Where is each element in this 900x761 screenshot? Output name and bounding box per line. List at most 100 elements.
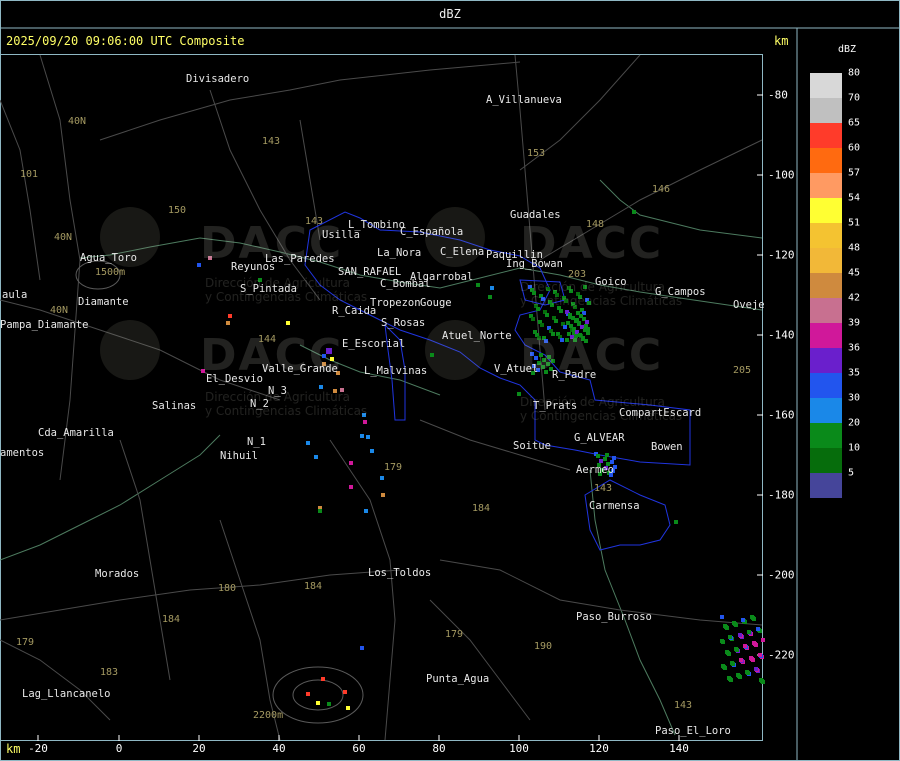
place-label: T_Prats — [533, 400, 578, 412]
legend-value: 48 — [848, 242, 861, 254]
legend-swatch — [810, 323, 842, 348]
route-label: 184 — [304, 581, 323, 592]
place-label: Pampa_Diamante — [0, 319, 89, 331]
x-tick-label: 60 — [352, 742, 366, 755]
echo-pixel — [739, 658, 743, 662]
echo-pixel — [488, 295, 492, 299]
echo-pixel — [752, 641, 756, 645]
route-label: 205 — [733, 365, 752, 376]
place-label: Bowen — [651, 441, 683, 453]
legend-value: 60 — [848, 142, 861, 154]
place-label: Guadales — [510, 209, 561, 221]
legend-value: 65 — [848, 117, 861, 129]
y-tick-label: -100 — [768, 168, 795, 182]
echo-pixel — [540, 323, 544, 327]
echo-pixel — [605, 453, 609, 457]
echo-pixel — [370, 449, 374, 453]
place-label: V_Atuel — [494, 363, 539, 375]
place-label: Aermeo — [576, 464, 614, 476]
legend-value: 51 — [848, 217, 861, 229]
place-label: Las_Paredes — [265, 253, 335, 265]
legend-swatch — [810, 248, 842, 273]
place-label: aula — [2, 289, 28, 301]
legend-value: 57 — [848, 167, 861, 179]
place-label: Lag_Llancanelo — [22, 688, 111, 700]
place-label: Valle_Grande — [262, 363, 338, 375]
place-label: R_Padre — [552, 369, 597, 381]
place-label: Divisadero — [186, 73, 250, 85]
route-label: 40N — [50, 305, 69, 316]
echo-pixel — [321, 677, 325, 681]
x-tick-label: -20 — [28, 742, 48, 755]
route-label: 148 — [586, 219, 605, 230]
echo-pixel — [758, 653, 762, 657]
place-label: G_Campos — [655, 286, 706, 298]
echo-pixel — [734, 647, 738, 651]
place-label: Algarrobal — [410, 271, 474, 283]
echo-pixel — [228, 314, 232, 318]
legend-value: 30 — [848, 392, 861, 404]
legend-swatch — [810, 123, 842, 148]
echo-pixel — [346, 706, 350, 710]
place-label: S_Rosas — [381, 317, 426, 329]
echo-pixel — [319, 385, 323, 389]
legend-swatch — [810, 473, 842, 498]
echo-pixel — [720, 615, 724, 619]
legend-swatch — [810, 423, 842, 448]
route-label: 184 — [162, 614, 181, 625]
echo-pixel — [545, 313, 549, 317]
echo-pixel — [732, 621, 736, 625]
echo-pixel — [741, 618, 745, 622]
route-label: 144 — [258, 334, 277, 345]
echo-pixel — [380, 476, 384, 480]
legend-value: 39 — [848, 317, 861, 329]
legend-unit: dBZ — [838, 44, 857, 55]
place-label: Cda_Amarilla — [38, 427, 114, 439]
route-label: 143 — [262, 136, 281, 147]
place-label: Ing_Bowan — [506, 258, 563, 270]
route-label: 40N — [68, 116, 87, 127]
legend-value: 36 — [848, 342, 861, 354]
place-label: Agua_Toro — [80, 252, 137, 264]
route-label: 179 — [16, 637, 35, 648]
place-label: N_2 — [250, 398, 269, 410]
echo-pixel — [363, 420, 367, 424]
route-label: 150 — [168, 205, 187, 216]
echo-pixel — [349, 485, 353, 489]
place-label: Oveje — [733, 299, 765, 311]
place-label: L_Malvinas — [364, 365, 428, 377]
echo-pixel — [761, 638, 765, 642]
legend-swatch — [810, 148, 842, 173]
echo-pixel — [585, 320, 589, 324]
place-label: Punta_Agua — [426, 673, 490, 685]
echo-pixel — [730, 661, 734, 665]
route-label: 190 — [534, 641, 553, 652]
echo-pixel — [743, 644, 747, 648]
y-axis-unit: km — [774, 34, 789, 48]
route-label: 203 — [568, 269, 587, 280]
place-label: R_Caida — [332, 305, 377, 317]
echo-pixel — [306, 692, 310, 696]
echo-pixel — [603, 457, 607, 461]
route-label: 40N — [54, 232, 73, 243]
echo-pixel — [364, 509, 368, 513]
x-tick-label: 0 — [115, 742, 123, 755]
watermark-line1: Dirección de Agricultura — [520, 280, 665, 294]
route-label: 143 — [674, 700, 693, 711]
route-label: 101 — [20, 169, 39, 180]
x-tick-label: 140 — [669, 742, 689, 755]
place-label: Atuel_Norte — [442, 330, 512, 342]
echo-pixel — [745, 670, 749, 674]
echo-pixel — [286, 321, 290, 325]
place-label: Carmensa — [589, 500, 640, 512]
place-label: G_ALVEAR — [574, 432, 625, 444]
echo-pixel — [721, 664, 725, 668]
echo-pixel — [343, 690, 347, 694]
echo-pixel — [727, 676, 731, 680]
legend-swatch — [810, 373, 842, 398]
place-label: S_Pintada — [240, 283, 297, 295]
x-tick-label: 20 — [192, 742, 206, 755]
echo-pixel — [559, 309, 563, 313]
legend-swatch — [810, 223, 842, 248]
echo-pixel — [754, 667, 758, 671]
